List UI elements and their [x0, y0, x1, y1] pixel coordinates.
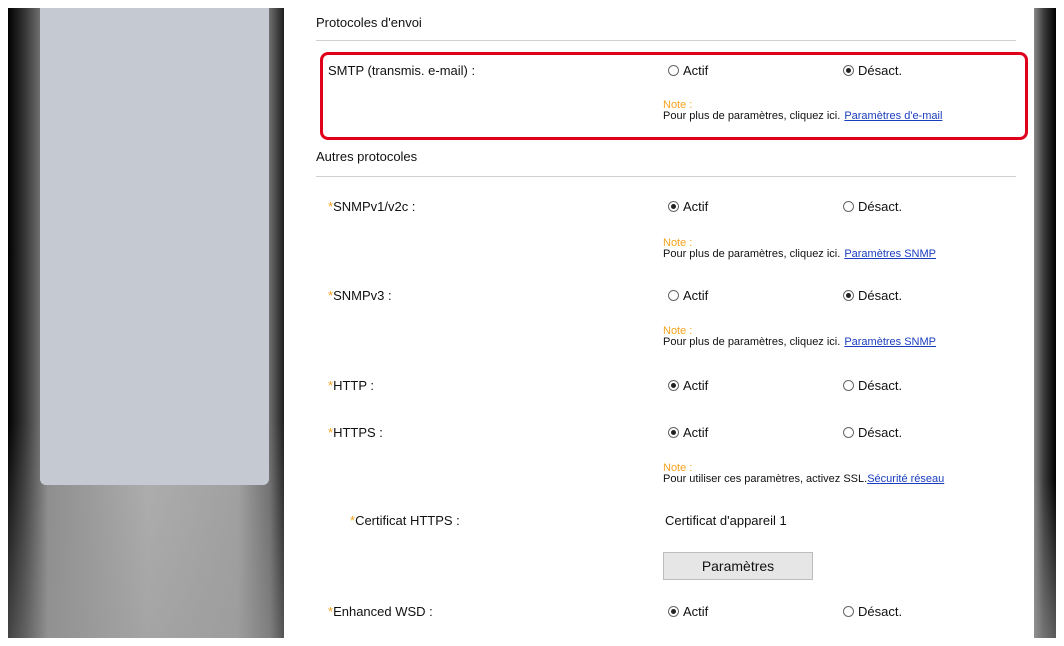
radio-circle — [843, 606, 854, 617]
smtp-highlight-box — [320, 52, 1028, 140]
enhanced-wsd-on-radio[interactable]: Actif — [668, 604, 708, 619]
section-title-other: Autres protocoles — [316, 149, 418, 164]
snmpv1-label: *SNMPv1/v2c : — [328, 199, 416, 214]
snmpv3-off-radio[interactable]: Désact. — [843, 288, 902, 303]
radio-circle-selected — [668, 606, 679, 617]
right-background-fade — [1034, 480, 1056, 638]
radio-circle-selected — [668, 427, 679, 438]
https-certificate-label: *Certificat HTTPS : — [350, 513, 460, 528]
snmp-settings-link[interactable]: Paramètres SNMP — [844, 336, 936, 348]
section-title-sending: Protocoles d'envoi — [316, 15, 422, 30]
divider — [316, 40, 1016, 41]
https-label: *HTTPS : — [328, 425, 383, 440]
https-note: Note : Pour utiliser ces paramètres, act… — [663, 462, 945, 485]
snmpv1-note: Note : Pour plus de paramètres, cliquez … — [663, 237, 937, 260]
radio-circle-selected — [668, 201, 679, 212]
https-on-radio[interactable]: Actif — [668, 425, 708, 440]
http-label: *HTTP : — [328, 378, 374, 393]
snmpv1-on-radio[interactable]: Actif — [668, 199, 708, 214]
navigation-panel — [40, 8, 269, 485]
radio-circle — [843, 427, 854, 438]
https-certificate-value: Certificat d'appareil 1 — [665, 513, 787, 528]
http-on-radio[interactable]: Actif — [668, 378, 708, 393]
divider — [316, 176, 1016, 177]
certificate-settings-button[interactable]: Paramètres — [663, 552, 813, 580]
snmpv3-note: Note : Pour plus de paramètres, cliquez … — [663, 325, 937, 348]
enhanced-wsd-label: *Enhanced WSD : — [328, 604, 433, 619]
snmpv3-on-radio[interactable]: Actif — [668, 288, 708, 303]
radio-circle-selected — [843, 290, 854, 301]
radio-circle-selected — [668, 380, 679, 391]
radio-circle — [843, 201, 854, 212]
enhanced-wsd-off-radio[interactable]: Désact. — [843, 604, 902, 619]
snmpv1-off-radio[interactable]: Désact. — [843, 199, 902, 214]
radio-circle — [843, 380, 854, 391]
network-security-link[interactable]: Sécurité réseau — [867, 473, 944, 485]
https-off-radio[interactable]: Désact. — [843, 425, 902, 440]
radio-circle — [668, 290, 679, 301]
snmpv3-label: *SNMPv3 : — [328, 288, 392, 303]
snmp-settings-link[interactable]: Paramètres SNMP — [844, 248, 936, 260]
http-off-radio[interactable]: Désact. — [843, 378, 902, 393]
